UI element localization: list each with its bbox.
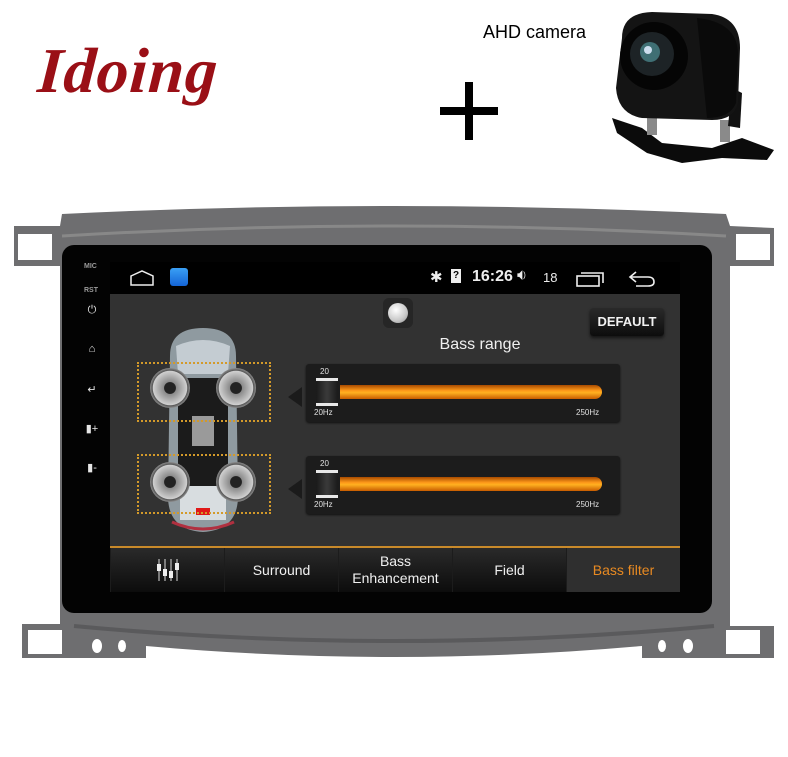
slider-thumb[interactable] [316, 378, 338, 406]
volume-up-icon[interactable]: ▮+ [82, 422, 102, 435]
power-icon[interactable]: ⏻ [82, 304, 102, 317]
rear-left-speaker-icon [150, 462, 190, 502]
tab-field[interactable]: Field [452, 548, 566, 592]
back-icon[interactable]: ↵ [82, 383, 102, 396]
slider-max-label: 250Hz [576, 408, 600, 417]
slider-track[interactable] [340, 477, 602, 491]
slider-value: 20 [320, 367, 329, 376]
slider-pointer-rear [288, 479, 302, 499]
volume-level: 18 [543, 270, 558, 285]
bluetooth-icon: ✱ [430, 269, 443, 286]
tab-bar: Surround Bass Enhancement Field Bass fil… [110, 548, 680, 592]
slider-value: 20 [320, 459, 329, 468]
tab-surround[interactable]: Surround [224, 548, 338, 592]
rear-right-speaker-icon [216, 462, 256, 502]
mic-label: MIC [84, 263, 97, 270]
status-bar: ✱ ? 16:26 🔉︎ 18 [110, 262, 680, 294]
plus-icon [440, 82, 498, 140]
back-arrow-icon[interactable] [628, 270, 656, 288]
slider-min-label: 20Hz [314, 500, 333, 509]
section-title: Bass range [439, 336, 521, 353]
rear-bass-range-slider[interactable]: 20 20Hz 250Hz [306, 456, 620, 514]
camera-label: AHD camera [483, 22, 587, 42]
clock: 16:26 [472, 268, 513, 285]
tab-bass-enhancement[interactable]: Bass Enhancement [338, 548, 452, 592]
tab-equalizer[interactable] [110, 548, 224, 592]
volume-down-icon[interactable]: ▮- [82, 461, 102, 474]
slider-min-label: 20Hz [314, 408, 333, 417]
tab-bass-filter[interactable]: Bass filter [566, 548, 680, 592]
slider-max-label: 250Hz [576, 500, 600, 509]
volume-icon[interactable]: 🔉︎ [517, 267, 527, 285]
equalizer-icon [156, 559, 179, 581]
rear-camera-image [612, 12, 774, 163]
sim-unknown-icon: ? [451, 269, 461, 283]
slider-track[interactable] [340, 385, 602, 399]
default-button[interactable]: DEFAULT [590, 308, 664, 336]
front-left-speaker-icon [150, 368, 190, 408]
rst-label[interactable]: RST [84, 287, 98, 294]
slider-pointer-front [288, 387, 302, 407]
brand-logo: Idoing [35, 35, 221, 106]
home-outline-icon[interactable] [130, 270, 154, 286]
app-icon[interactable] [170, 268, 188, 286]
home-icon[interactable]: ⌂ [82, 343, 102, 355]
slider-thumb[interactable] [316, 470, 338, 498]
balance-knob[interactable] [383, 298, 413, 328]
recents-icon[interactable] [576, 271, 604, 287]
front-bass-range-slider[interactable]: 20 20Hz 250Hz [306, 364, 620, 422]
front-right-speaker-icon [216, 368, 256, 408]
